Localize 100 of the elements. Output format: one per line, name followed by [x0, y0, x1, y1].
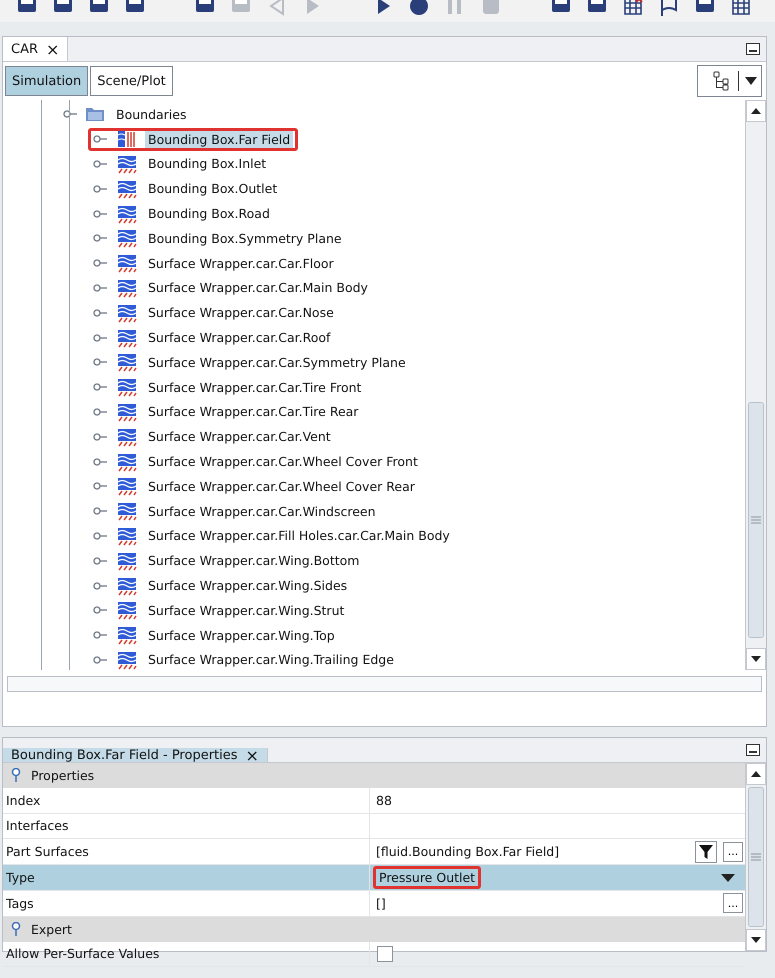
tree-item[interactable]: Surface Wrapper.car.Wing.Bottom: [145, 552, 362, 570]
tree-connector-icon[interactable]: [93, 580, 107, 591]
tree-connector-icon[interactable]: [93, 357, 107, 368]
property-value[interactable]: [fluid.Bounding Box.Far Field]: [373, 843, 562, 860]
property-name: Interfaces: [5, 817, 70, 836]
property-name: Index: [5, 792, 42, 810]
boundary-icon: [117, 550, 137, 571]
tree-connector-icon[interactable]: [93, 506, 107, 516]
close-icon[interactable]: ×: [46, 40, 60, 58]
tree-item[interactable]: Surface Wrapper.car.Wing.Trailing Edge: [145, 651, 397, 668]
tree-item[interactable]: Bounding Box.Outlet: [145, 180, 280, 198]
tree-item[interactable]: Surface Wrapper.car.Car.Tire Front: [145, 378, 364, 396]
tree-item[interactable]: Surface Wrapper.car.Car.Wheel Cover Rear: [145, 478, 418, 495]
tree-connector-icon[interactable]: [93, 134, 107, 144]
group-header[interactable]: Expert: [3, 916, 745, 942]
filter-icon[interactable]: [695, 840, 717, 863]
down-arrow-icon: [751, 937, 761, 943]
pin-icon[interactable]: [11, 922, 21, 936]
tree-connector-icon[interactable]: [93, 654, 107, 665]
tree-connector-icon[interactable]: [93, 456, 107, 467]
minimize-icon[interactable]: [746, 43, 760, 55]
tree-item[interactable]: Surface Wrapper.car.Wing.Strut: [145, 602, 348, 619]
tree-connector-icon[interactable]: [93, 332, 107, 343]
view-tab[interactable]: Simulation: [5, 66, 88, 96]
tree-connector-icon[interactable]: [93, 233, 107, 244]
boundary-icon: [117, 253, 137, 274]
tree-connector-icon[interactable]: [93, 432, 107, 442]
property-value[interactable]: []: [373, 894, 389, 912]
panel-tab[interactable]: Bounding Box.Far Field - Properties ×: [3, 748, 268, 762]
tree-item[interactable]: Surface Wrapper.car.Car.Wheel Cover Front: [145, 453, 421, 470]
property-name: Type: [5, 869, 36, 888]
grid-delete-icon[interactable]: [622, 0, 644, 16]
boundary-icon: [117, 328, 137, 348]
pin-icon[interactable]: [11, 768, 21, 782]
tree-item[interactable]: Surface Wrapper.car.Car.Main Body: [145, 279, 371, 296]
tree-connector-icon[interactable]: [93, 530, 107, 541]
tree-connector-icon[interactable]: [63, 109, 77, 120]
tree-connector-icon[interactable]: [93, 308, 107, 318]
browse-button[interactable]: ...: [723, 893, 743, 914]
tree-item[interactable]: Bounding Box.Far Field: [145, 130, 294, 148]
tree-item[interactable]: Surface Wrapper.car.Car.Floor: [145, 254, 337, 272]
tab-label: CAR: [11, 42, 38, 56]
boundary-icon: [117, 154, 137, 174]
flag-icon[interactable]: [658, 0, 680, 16]
tree-connector-icon[interactable]: [93, 630, 107, 640]
tree-connector-icon[interactable]: [93, 406, 107, 417]
boundary-icon: [117, 204, 137, 224]
scrollbar-thumb[interactable]: [748, 402, 764, 638]
boundary-icon: [117, 352, 137, 372]
tree-connector-icon[interactable]: [93, 556, 107, 566]
tree-connector-icon[interactable]: [93, 208, 107, 219]
tree-item[interactable]: Surface Wrapper.car.Car.Nose: [145, 304, 337, 322]
property-value[interactable]: 88: [373, 792, 395, 809]
tree-connector-icon[interactable]: [93, 184, 107, 194]
scroll-down-button[interactable]: [746, 648, 766, 670]
horizontal-scrollbar[interactable]: [7, 676, 762, 692]
tree-item[interactable]: Bounding Box.Inlet: [145, 155, 270, 172]
tree-item[interactable]: Surface Wrapper.car.Car.Vent: [145, 428, 334, 446]
tree-item[interactable]: Surface Wrapper.car.Car.Tire Rear: [145, 403, 362, 420]
tree-item[interactable]: Surface Wrapper.car.Fill Holes.car.Car.Main Body: [145, 527, 453, 544]
tree-connector-icon[interactable]: [93, 282, 107, 293]
boundary-icon: [117, 452, 137, 472]
tree-item[interactable]: Surface Wrapper.car.Car.Symmetry Plane: [145, 354, 409, 371]
tree-item[interactable]: Surface Wrapper.car.Car.Windscreen: [145, 502, 379, 520]
tree-item[interactable]: Boundaries: [113, 106, 190, 123]
group-label: Properties: [31, 768, 94, 783]
scroll-up-button[interactable]: [746, 763, 766, 785]
tab-label: Bounding Box.Far Field - Properties: [11, 748, 238, 762]
boundary-icon: [117, 600, 137, 620]
grid-icon[interactable]: [730, 0, 752, 16]
tree-connector-icon[interactable]: [93, 481, 107, 492]
scroll-down-button[interactable]: [746, 929, 766, 951]
record-icon[interactable]: [408, 0, 430, 16]
tree-connector-icon[interactable]: [93, 258, 107, 268]
view-tab[interactable]: Scene/Plot: [90, 66, 173, 96]
close-icon[interactable]: ×: [246, 746, 259, 764]
minimize-icon[interactable]: [746, 744, 760, 756]
tree-connector-icon[interactable]: [93, 158, 107, 169]
property-value[interactable]: Pressure Outlet: [373, 866, 482, 890]
boundary-icon: [117, 576, 137, 596]
group-header[interactable]: Properties: [3, 763, 745, 788]
browse-button[interactable]: ...: [723, 842, 743, 862]
tree-view-button[interactable]: [697, 65, 762, 97]
boundary-icon: [117, 302, 137, 323]
dropdown-arrow-icon[interactable]: [721, 874, 735, 882]
scroll-up-button[interactable]: [746, 100, 766, 122]
tree-item[interactable]: Surface Wrapper.car.Wing.Top: [145, 626, 338, 644]
tree-connector-icon[interactable]: [93, 605, 107, 616]
tree-item[interactable]: Bounding Box.Road: [145, 205, 273, 222]
grip-icon: [751, 516, 761, 524]
tree-item[interactable]: Bounding Box.Symmetry Plane: [145, 230, 345, 247]
tree-item[interactable]: Surface Wrapper.car.Wing.Sides: [145, 577, 350, 594]
tree-item[interactable]: Surface Wrapper.car.Car.Roof: [145, 329, 334, 346]
boundary-icon: [117, 129, 137, 150]
panel-tab[interactable]: CAR ×: [3, 37, 68, 61]
up-arrow-icon: [751, 771, 761, 777]
boundary-icon: [117, 377, 137, 398]
tree-connector-icon[interactable]: [93, 382, 107, 392]
checkbox[interactable]: [377, 946, 393, 962]
up-arrow-icon: [751, 108, 761, 114]
